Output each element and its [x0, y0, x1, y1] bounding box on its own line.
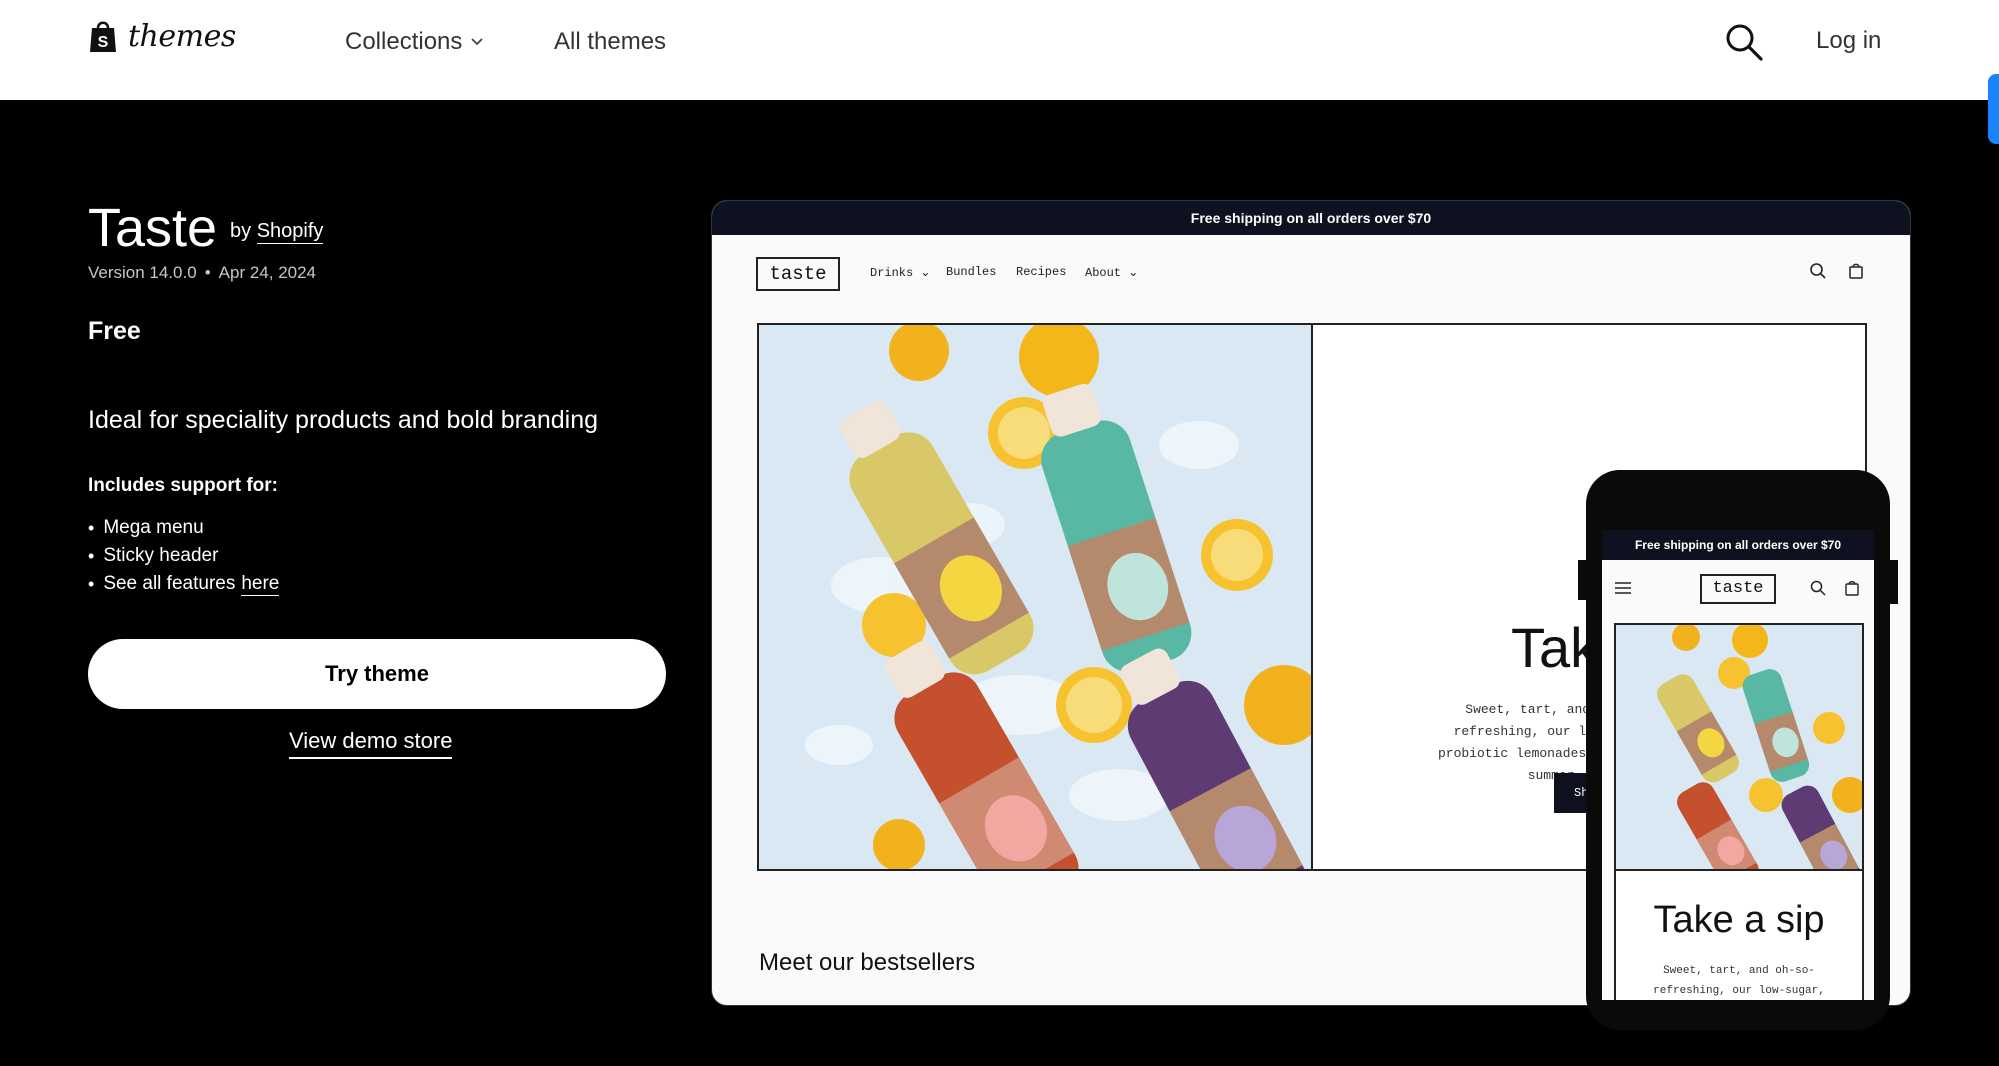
- by-prefix: by: [230, 220, 252, 242]
- shopify-bag-icon: S: [90, 21, 116, 52]
- nav-all-themes[interactable]: All themes: [554, 28, 666, 56]
- preview-logo: taste: [756, 257, 840, 291]
- preview-nav-bundles: Bundles: [946, 265, 997, 279]
- login-link[interactable]: Log in: [1816, 27, 1881, 55]
- includes-heading: Includes support for:: [88, 475, 278, 496]
- preview-section-title: Meet our bestsellers: [759, 949, 976, 976]
- preview-header: taste Drinks ⌄ Bundles Recipes About ⌄: [712, 235, 1910, 321]
- preview-cart-icon: [1849, 263, 1863, 279]
- feature-list: Mega menu Sticky header See all features…: [88, 514, 280, 598]
- nav-collections[interactable]: Collections: [345, 28, 484, 56]
- release-date: Apr 24, 2024: [218, 263, 317, 282]
- phone-cart-icon: [1845, 581, 1859, 596]
- phone-side-button: [1578, 560, 1586, 600]
- feature-item: Mega menu: [88, 514, 279, 542]
- nav-collections-label: Collections: [345, 28, 463, 55]
- search-icon[interactable]: [1724, 22, 1764, 62]
- version-separator: •: [204, 263, 211, 282]
- preview-search-icon: [1810, 263, 1826, 279]
- phone-hero-title: Take a sip: [1653, 899, 1825, 941]
- phone-side-button: [1890, 560, 1898, 604]
- phone-header: taste: [1602, 560, 1874, 620]
- phone-screen: Free shipping on all orders over $70 tas…: [1602, 530, 1874, 1000]
- mobile-preview[interactable]: Free shipping on all orders over $70 tas…: [1578, 470, 1898, 1030]
- logo-wordmark: themes: [128, 18, 236, 54]
- phone-announcement-bar: Free shipping on all orders over $70: [1602, 530, 1874, 560]
- see-all-text: See all features: [103, 573, 236, 594]
- theme-tagline: Ideal for speciality products and bold b…: [88, 406, 599, 434]
- theme-author: by Shopify: [230, 220, 324, 244]
- nav-all-themes-label: All themes: [554, 28, 667, 55]
- preview-nav-drinks: Drinks ⌄: [870, 266, 931, 280]
- author-link[interactable]: Shopify: [256, 220, 324, 244]
- preview-announcement-bar: Free shipping on all orders over $70: [712, 201, 1910, 235]
- chevron-down-icon: [471, 38, 484, 46]
- phone-hero-text: Sweet, tart, and oh-so-refreshing, our l…: [1653, 965, 1825, 997]
- phone-search-icon: [1810, 580, 1826, 596]
- preview-nav-about: About ⌄: [1085, 266, 1139, 280]
- feature-label: Sticky header: [103, 545, 219, 566]
- see-all-features-link[interactable]: here: [241, 573, 280, 596]
- shopify-themes-logo[interactable]: S themes: [88, 18, 236, 54]
- top-bar: S themes Collections All themes Log in: [0, 0, 1999, 100]
- preview-nav-recipes: Recipes: [1016, 265, 1067, 279]
- version-number: Version 14.0.0: [88, 263, 197, 282]
- theme-price: Free: [88, 317, 141, 345]
- phone-logo: taste: [1700, 574, 1776, 604]
- feature-item-see-all: See all featureshere: [88, 570, 280, 598]
- side-feedback-tab[interactable]: [1988, 74, 1999, 144]
- theme-title: Taste: [88, 198, 218, 258]
- version-info: Version 14.0.0 • Apr 24, 2024: [88, 263, 316, 283]
- feature-label: Mega menu: [103, 517, 204, 538]
- menu-icon: [1615, 582, 1631, 594]
- svg-text:S: S: [98, 34, 109, 51]
- phone-hero-card: Take a sip Sweet, tart, and oh-so-refres…: [1614, 623, 1864, 1000]
- feature-item: Sticky header: [88, 542, 279, 570]
- try-theme-button[interactable]: Try theme: [88, 639, 666, 709]
- view-demo-store-link[interactable]: View demo store: [289, 728, 453, 759]
- preview-hero-image: [759, 325, 1313, 869]
- phone-hero-image: [1616, 625, 1862, 871]
